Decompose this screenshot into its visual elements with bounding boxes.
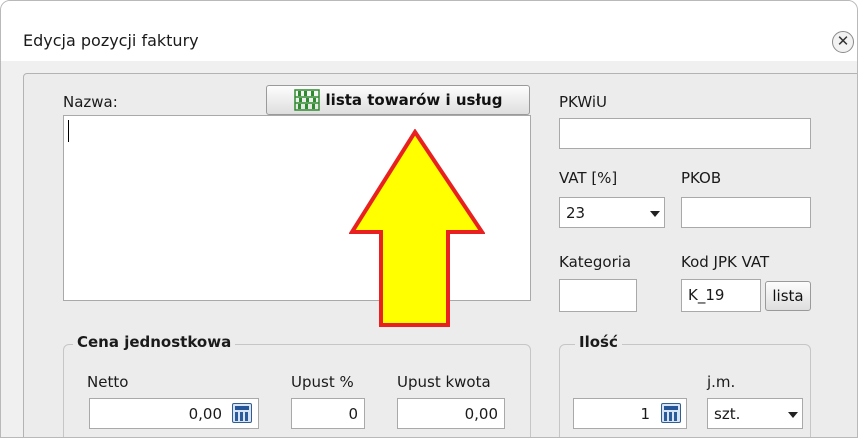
upust-pct-label: Upust % [291,373,354,391]
pkwiu-label: PKWiU [559,93,607,111]
kod-jpk-list-label: lista [772,287,804,305]
goods-list-button[interactable]: lista towarów i usług [266,85,530,115]
pkob-label: PKOB [681,169,722,187]
kategoria-label: Kategoria [559,253,632,271]
vat-select[interactable]: 23 [559,197,665,228]
chevron-down-icon [650,211,660,217]
chevron-down-icon [788,412,798,418]
ilosc-group-title: Ilość [575,333,622,351]
quantity-value: 1 [640,405,650,423]
upust-kwota-label: Upust kwota [397,373,491,391]
goods-list-label: lista towarów i usług [325,91,503,109]
vat-label: VAT [%] [559,169,618,187]
vat-value: 23 [566,204,586,222]
upust-pct-value: 0 [348,405,358,423]
unit-label: j.m. [707,373,736,391]
kategoria-input[interactable] [559,279,637,312]
kod-jpk-list-button[interactable]: lista [765,281,811,311]
close-button[interactable]: ✕ [832,31,854,53]
netto-value: 0,00 [188,405,222,423]
kod-jpk-input[interactable]: K_19 [681,279,761,312]
pkwiu-input[interactable] [559,118,811,149]
window-title: Edycja pozycji faktury [23,31,199,50]
netto-label: Netto [87,373,129,391]
up-arrow-icon [349,129,485,327]
upust-kwota-input[interactable]: 0,00 [397,398,505,429]
title-bar: Edycja pozycji faktury ✕ [1,1,857,61]
unit-value: szt. [714,405,741,423]
kod-jpk-label: Kod JPK VAT [681,253,770,271]
name-label: Nazwa: [63,93,118,111]
unit-select[interactable]: szt. [707,398,803,429]
upust-kwota-value: 0,00 [464,405,498,423]
shelves-icon [293,89,320,111]
dialog-window: Edycja pozycji faktury ✕ Nazwa: lista to… [0,0,858,438]
cena-group-title: Cena jednostkowa [73,333,236,351]
text-caret [68,120,69,142]
calculator-icon[interactable] [232,403,252,423]
calculator-icon[interactable] [661,403,681,423]
kod-jpk-value: K_19 [688,286,725,304]
upust-pct-input[interactable]: 0 [291,398,365,429]
pkob-input[interactable] [681,197,811,228]
close-icon: ✕ [836,32,850,50]
